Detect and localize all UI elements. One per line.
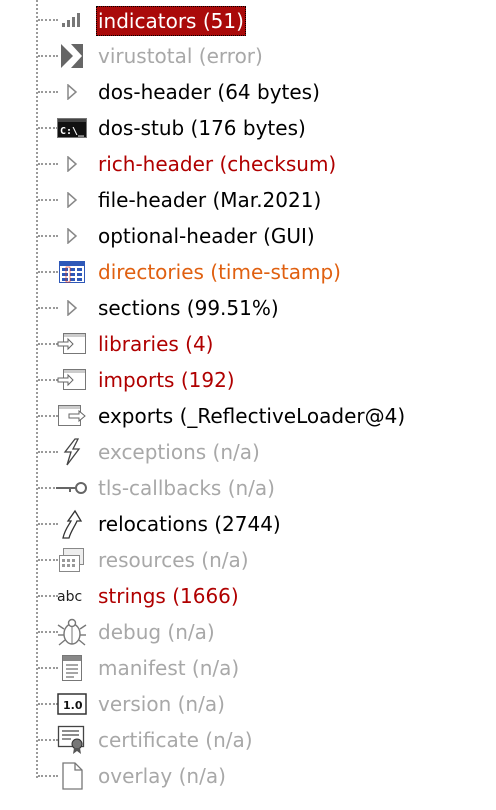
tree-item-certificate[interactable]: certificate (n/a) (0, 722, 496, 758)
tree-connector-line (38, 127, 58, 129)
tree-item-libraries[interactable]: libraries (4) (0, 326, 496, 362)
tree-connector-line (38, 91, 58, 93)
tree-item-label[interactable]: directories (time-stamp) (96, 256, 343, 288)
bar-chart-icon (56, 6, 88, 34)
tree-item-version[interactable]: 1.0 version (n/a) (0, 686, 496, 722)
tree-connector-line (38, 235, 58, 237)
export-window-icon (56, 402, 88, 430)
tree-connector-line (38, 271, 58, 273)
expand-arrow-icon[interactable] (56, 294, 88, 322)
tree-connector-line (38, 451, 58, 453)
version-icon-text: 1.0 (63, 699, 83, 712)
tree-item-sections[interactable]: sections (99.51%) (0, 290, 496, 326)
relocation-arrow-icon (56, 509, 88, 539)
tree-item-label[interactable]: optional-header (GUI) (96, 220, 317, 252)
tree-item-dos-stub[interactable]: C:\_ dos-stub (176 bytes) (0, 110, 496, 146)
tree-connector-line (38, 667, 58, 669)
console-icon: C:\_ (56, 114, 88, 142)
key-icon (56, 474, 88, 502)
tree-connector-line (38, 415, 58, 417)
tree-item-virustotal[interactable]: virustotal (error) (0, 38, 496, 74)
tree-item-resources[interactable]: resources (n/a) (0, 542, 496, 578)
tree-item-label[interactable]: sections (99.51%) (96, 292, 281, 324)
tree-connector-line (38, 55, 58, 57)
version-icon: 1.0 (56, 690, 88, 718)
tree-connector-line (38, 163, 58, 165)
tree-item-label[interactable]: overlay (n/a) (96, 760, 228, 792)
tree-item-exports[interactable]: exports (_ReflectiveLoader@4) (0, 398, 496, 434)
tree-item-label[interactable]: strings (1666) (96, 580, 241, 612)
expand-arrow-icon[interactable] (56, 78, 88, 106)
tree-item-overlay[interactable]: overlay (n/a) (0, 758, 496, 794)
tree-item-label[interactable]: relocations (2744) (96, 508, 283, 540)
tree-item-imports[interactable]: imports (192) (0, 362, 496, 398)
tree-connector-line (38, 523, 58, 525)
manifest-icon (56, 654, 88, 682)
tree-item-label[interactable]: indicators (51) (96, 6, 246, 36)
import-window-icon (56, 366, 88, 394)
document-icon (56, 762, 88, 790)
expand-arrow-icon[interactable] (56, 186, 88, 214)
tree-connector-line (38, 487, 58, 489)
tree-item-tls-callbacks[interactable]: tls-callbacks (n/a) (0, 470, 496, 506)
tree-connector-line (38, 199, 58, 201)
tree-connector-line (38, 631, 58, 633)
tree-item-label[interactable]: manifest (n/a) (96, 652, 241, 684)
tree-connector-line (38, 739, 58, 741)
tree-item-label[interactable]: rich-header (checksum) (96, 148, 338, 180)
expand-arrow-icon[interactable] (56, 150, 88, 178)
tree-item-rich-header[interactable]: rich-header (checksum) (0, 146, 496, 182)
abc-icon: abc (56, 582, 88, 610)
tree-item-relocations[interactable]: relocations (2744) (0, 506, 496, 542)
tree-connector-line (38, 379, 58, 381)
tree-item-label[interactable]: certificate (n/a) (96, 724, 255, 756)
tree-connector-line (38, 19, 58, 21)
tree-view: indicators (51) virustotal (error) dos-h… (0, 0, 496, 810)
bug-icon (56, 618, 88, 646)
resources-icon (56, 546, 88, 574)
virustotal-icon (56, 42, 88, 70)
tree-item-directories[interactable]: directories (time-stamp) (0, 254, 496, 290)
console-icon-text: C:\_ (60, 126, 85, 137)
tree-item-dos-header[interactable]: dos-header (64 bytes) (0, 74, 496, 110)
tree-item-debug[interactable]: debug (n/a) (0, 614, 496, 650)
tree-connector-line (38, 559, 58, 561)
directories-grid-icon (56, 258, 88, 286)
tree-item-label[interactable]: virustotal (error) (96, 40, 265, 72)
tree-item-label[interactable]: exports (_ReflectiveLoader@4) (96, 400, 407, 432)
tree-item-manifest[interactable]: manifest (n/a) (0, 650, 496, 686)
tree-connector-line (38, 307, 58, 309)
tree-item-label[interactable]: tls-callbacks (n/a) (96, 472, 277, 504)
tree-item-label[interactable]: dos-stub (176 bytes) (96, 112, 308, 144)
lightning-icon (56, 438, 88, 466)
tree-item-optional-header[interactable]: optional-header (GUI) (0, 218, 496, 254)
tree-item-label[interactable]: libraries (4) (96, 328, 215, 360)
certificate-icon (56, 725, 88, 754)
tree-item-file-header[interactable]: file-header (Mar.2021) (0, 182, 496, 218)
tree-item-label[interactable]: resources (n/a) (96, 544, 251, 576)
tree-item-label[interactable]: dos-header (64 bytes) (96, 76, 322, 108)
tree-item-label[interactable]: version (n/a) (96, 688, 227, 720)
tree-connector-line (38, 343, 58, 345)
tree-item-strings[interactable]: abc strings (1666) (0, 578, 496, 614)
abc-icon-text: abc (57, 589, 82, 605)
tree-item-indicators[interactable]: indicators (51) (0, 2, 496, 38)
tree-connector-line (38, 595, 58, 597)
expand-arrow-icon[interactable] (56, 222, 88, 250)
tree-item-label[interactable]: file-header (Mar.2021) (96, 184, 323, 216)
tree-item-label[interactable]: exceptions (n/a) (96, 436, 262, 468)
tree-item-label[interactable]: imports (192) (96, 364, 237, 396)
tree-item-exceptions[interactable]: exceptions (n/a) (0, 434, 496, 470)
tree-item-label[interactable]: debug (n/a) (96, 616, 217, 648)
tree-connector-line (38, 775, 58, 777)
tree-connector-line (38, 703, 58, 705)
import-window-icon (56, 330, 88, 358)
